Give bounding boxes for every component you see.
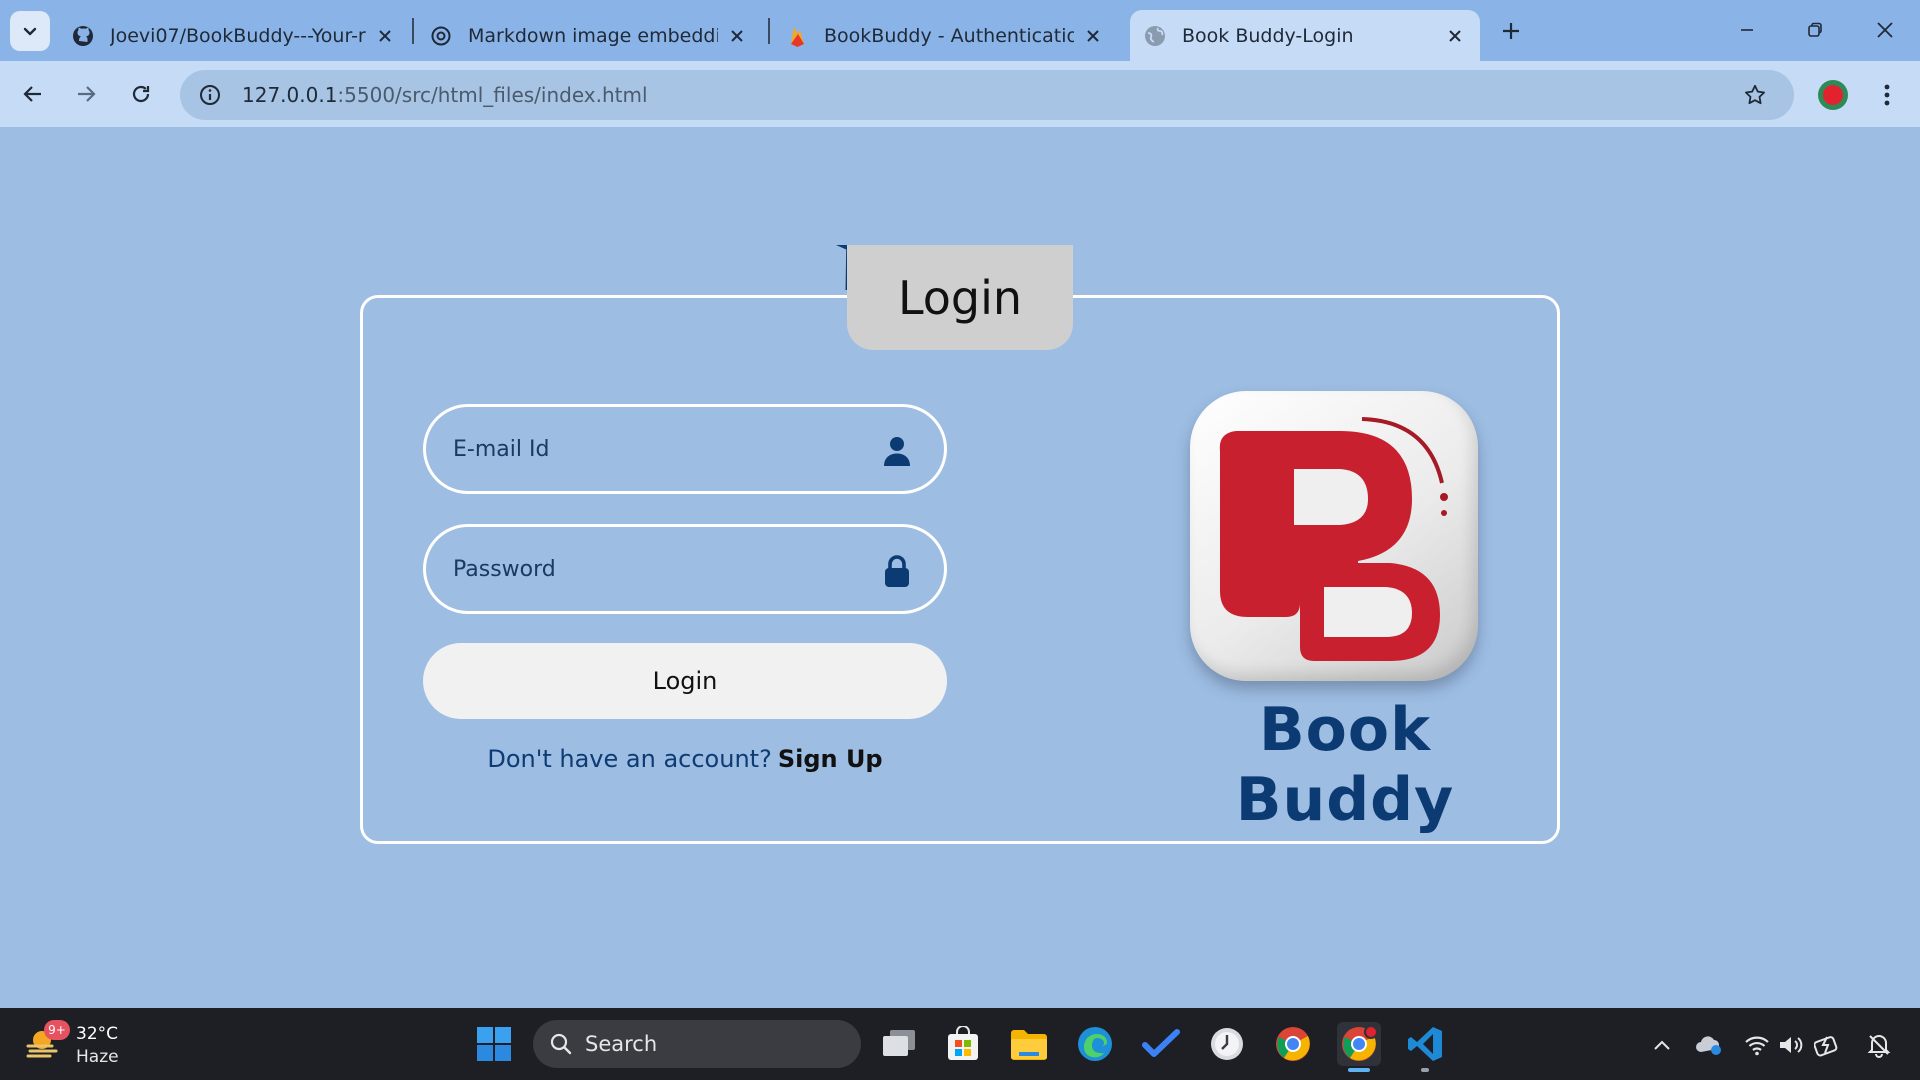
tab-separator [412,18,414,44]
tab-title: Book Buddy-Login [1182,24,1354,47]
chrome-icon [1342,1025,1378,1061]
microsoft-store-button[interactable] [941,1022,985,1066]
tab-search-button[interactable] [10,11,50,51]
user-icon [882,435,912,467]
openai-icon [430,25,452,47]
weather-temperature: 32°C [76,1024,119,1044]
bb-logo-icon [1219,417,1448,661]
tab-markdown[interactable]: Markdown image embedding [416,10,762,61]
tab-title: Markdown image embedding [468,24,718,47]
clock-app-button[interactable] [1205,1022,1249,1066]
profile-avatar[interactable] [1818,80,1848,110]
login-button[interactable]: Login [423,643,947,719]
password-field[interactable] [423,524,947,614]
chrome-profile-button[interactable] [1337,1022,1381,1066]
chevron-up-icon [1654,1040,1670,1050]
forward-button[interactable] [67,75,105,113]
github-icon [72,25,94,47]
site-info-icon[interactable] [186,75,234,115]
login-heading-tab: Login [847,245,1073,350]
close-icon [1877,22,1893,38]
tab-strip: Joevi07/BookBuddy---Your-rea Markdown im… [0,0,1920,61]
store-icon [948,1026,978,1060]
page-viewport: Login Login Don't have an account?Sign U… [0,127,1920,1008]
close-icon[interactable] [726,25,748,47]
onedrive-tray-icon[interactable] [1694,1030,1724,1060]
edge-button[interactable] [1073,1022,1117,1066]
chevron-down-icon [23,27,37,36]
volume-icon[interactable] [1776,1030,1806,1060]
start-button[interactable] [472,1022,516,1066]
signup-prompt-text: Don't have an account? [487,745,772,773]
vscode-button[interactable] [1403,1022,1447,1066]
cloud-icon [1696,1036,1721,1055]
close-window-button[interactable] [1862,10,1908,50]
tab-title: BookBuddy - Authentication - F [824,24,1074,47]
minimize-icon [1741,29,1753,31]
minimize-button[interactable] [1724,10,1770,50]
tab-title: Joevi07/BookBuddy---Your-rea [110,24,366,47]
tab-firebase[interactable]: BookBuddy - Authentication - F [772,10,1118,61]
task-view-button[interactable] [877,1022,921,1066]
address-bar[interactable]: 127.0.0.1:5500/src/html_files/index.html [180,70,1794,120]
signup-link[interactable]: Sign Up [778,745,883,773]
signup-prompt-row: Don't have an account? Sign Up [423,745,947,773]
battery-charging-icon[interactable] [1812,1030,1842,1060]
active-app-indicator [1348,1068,1370,1072]
taskbar-search[interactable]: Search [533,1020,861,1068]
firebase-icon [786,25,808,47]
reload-icon [132,85,150,103]
chrome-icon [1276,1027,1310,1061]
url-text[interactable]: 127.0.0.1:5500/src/html_files/index.html [242,83,648,107]
back-button[interactable] [14,75,52,113]
chrome-button[interactable] [1271,1022,1315,1066]
globe-icon [1144,25,1166,47]
restore-button[interactable] [1792,10,1838,50]
password-input[interactable] [453,556,873,582]
todo-button[interactable] [1139,1022,1183,1066]
arrow-left-icon [23,86,41,102]
checkmark-icon [1142,1029,1180,1057]
edge-icon [1078,1027,1112,1061]
tab-separator [768,18,770,44]
restore-icon [1808,22,1822,37]
tab-github[interactable]: Joevi07/BookBuddy---Your-rea [58,10,410,61]
file-explorer-button[interactable] [1007,1022,1051,1066]
bookmark-star-icon[interactable] [1736,76,1774,114]
brand-name: Book Buddy [1235,695,1455,835]
search-icon [550,1033,572,1055]
browser-toolbar: 127.0.0.1:5500/src/html_files/index.html [0,61,1920,127]
task-view-icon [883,1030,915,1056]
new-tab-button[interactable] [1494,14,1528,48]
email-input[interactable] [453,436,873,462]
search-label: Search [585,1032,658,1056]
weather-widget[interactable]: 9+ 32°C Haze [26,1020,126,1068]
arrow-right-icon [78,86,96,102]
close-icon[interactable] [374,25,396,47]
url-host: 127.0.0.1 [242,83,338,107]
close-icon[interactable] [1082,25,1104,47]
clock-icon [1211,1028,1243,1060]
notification-badge: 9+ [44,1020,70,1040]
wifi-icon[interactable] [1742,1030,1772,1060]
notifications-bell-icon[interactable] [1864,1030,1894,1060]
email-field[interactable] [423,404,947,494]
book-buddy-logo [1190,391,1478,681]
folder-icon [1011,1030,1047,1060]
weather-condition: Haze [76,1047,119,1067]
kebab-menu-icon [1884,84,1890,106]
running-app-indicator [1421,1068,1429,1072]
more-menu-button[interactable] [1870,77,1904,113]
windows-icon [477,1027,511,1061]
close-icon[interactable] [1444,25,1466,47]
reload-button[interactable] [122,75,160,113]
lock-icon [882,555,912,587]
url-path: :5500/src/html_files/index.html [337,83,648,107]
tab-book-buddy-login[interactable]: Book Buddy-Login [1130,10,1480,61]
show-hidden-icons-button[interactable] [1647,1030,1677,1060]
taskbar: 9+ 32°C Haze Search [0,1008,1920,1080]
vscode-icon [1408,1027,1442,1061]
page-title: Login [897,270,1023,325]
plus-icon [1503,23,1519,39]
